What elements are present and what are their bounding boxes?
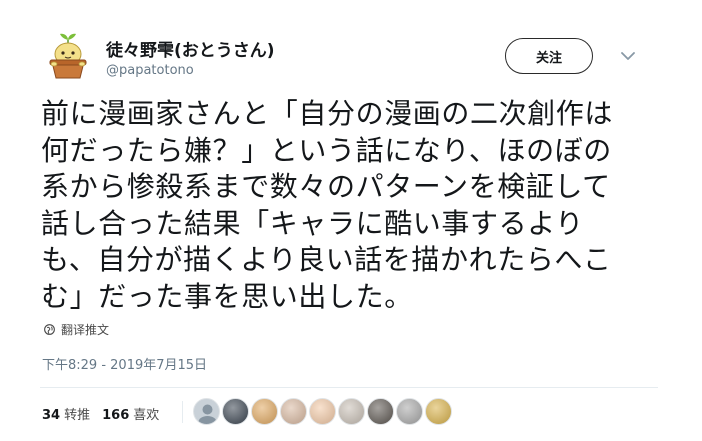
more-options-button[interactable] [620,48,636,64]
liker-golden-avatar[interactable] [425,398,452,425]
liker-orange-avatar[interactable] [251,398,278,425]
user-handle[interactable]: @papatotono [106,63,194,78]
liker-default-avatar[interactable] [193,398,220,425]
like-count: 166 [102,408,130,423]
user-silhouette-icon [198,404,217,424]
tweet-timestamp[interactable]: 下午8:29 - 2019年7月15日 [42,354,207,373]
like-stat[interactable]: 166 喜欢 [102,404,171,423]
liker-dog-avatar[interactable] [367,398,394,425]
liker-dark-art-avatar[interactable] [222,398,249,425]
chevron-down-icon [621,51,635,60]
follow-button[interactable]: 关注 [505,38,593,74]
display-name[interactable]: 徒々野雫(おとうさん) [106,36,275,61]
stats-separator [182,401,183,423]
globe-icon [44,324,55,335]
retweet-label: 转推 [64,408,91,423]
user-avatar[interactable] [40,28,96,84]
translate-tweet-link[interactable]: 翻译推文 [44,321,109,338]
divider [40,387,658,388]
likers-list [193,398,452,425]
like-label: 喜欢 [133,408,160,423]
liker-gray-avatar[interactable] [396,398,423,425]
tweet-text: 前に漫画家さんと「自分の漫画の二次創作は 何だったら嫌？」という話になり、ほのぼ… [41,97,614,313]
retweet-stat[interactable]: 34 转推 [42,404,102,423]
retweet-count: 34 [42,408,61,423]
liker-character-avatar[interactable] [338,398,365,425]
tweet-stats: 34 转推 166 喜欢 [42,404,171,423]
tweet-card: 徒々野雫(おとうさん) @papatotono 关注 前に漫画家さんと「自分の漫… [0,0,702,441]
liker-peach-avatar[interactable] [309,398,336,425]
translate-label: 翻译推文 [61,323,110,337]
liker-anime-avatar[interactable] [280,398,307,425]
